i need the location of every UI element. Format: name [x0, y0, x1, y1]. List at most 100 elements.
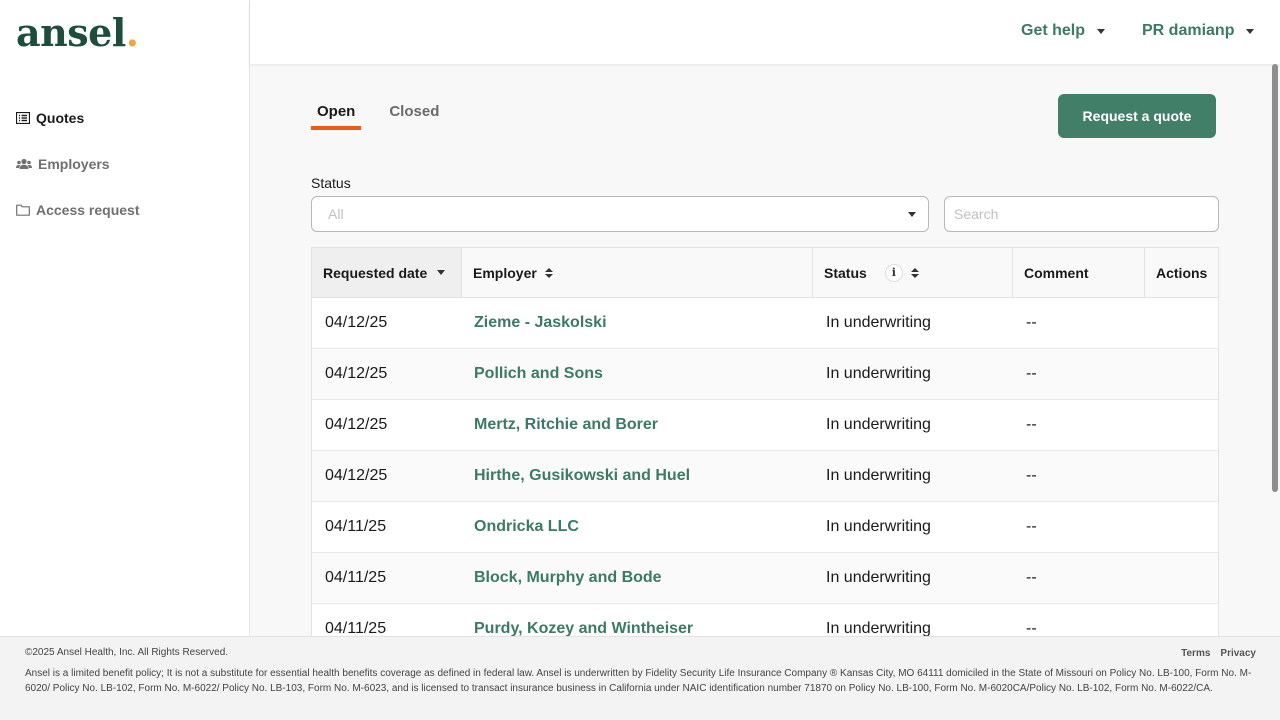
employer-link[interactable]: Block, Murphy and Bode — [474, 569, 662, 587]
top-header: Get help PR damianp — [250, 0, 1280, 64]
status-filter-label: Status — [311, 175, 351, 191]
page-scrollbar[interactable] — [1270, 64, 1280, 636]
cell-status: In underwriting — [826, 365, 931, 382]
column-label: Actions — [1156, 264, 1208, 281]
column-header-status[interactable]: Status i — [813, 248, 1013, 297]
cell-employer: Ondricka LLC — [462, 502, 813, 552]
table-row[interactable]: 04/12/25 Mertz, Ritchie and Borer In under… — [312, 400, 1218, 451]
cell-actions — [1145, 553, 1218, 603]
cell-actions — [1145, 451, 1218, 501]
cell-employer: Purdy, Kozey and Wintheiser — [462, 604, 813, 636]
cell-actions — [1145, 604, 1218, 636]
cell-status: In underwriting — [826, 569, 931, 586]
user-menu[interactable]: PR damianp — [1142, 22, 1255, 40]
privacy-link[interactable]: Privacy — [1220, 648, 1256, 659]
search-input[interactable] — [944, 196, 1219, 232]
ansel-logo[interactable]: ansel. — [16, 10, 139, 55]
cell-requested-date: 04/12/25 — [325, 467, 388, 484]
cell-status: In underwriting — [826, 314, 931, 331]
cell-employer: Hirthe, Gusikowski and Huel — [462, 451, 813, 501]
cell-requested-date: 04/11/25 — [325, 518, 387, 535]
cell-comment: -- — [1026, 569, 1037, 586]
chevron-down-icon — [908, 212, 916, 217]
sort-icon — [910, 267, 919, 278]
employer-link[interactable]: Hirthe, Gusikowski and Huel — [474, 467, 690, 485]
column-header-comment: Comment — [1013, 248, 1145, 297]
sidebar-item-label: Quotes — [36, 110, 85, 126]
scrollbar-thumb[interactable] — [1272, 64, 1278, 492]
cell-employer: Block, Murphy and Bode — [462, 553, 813, 603]
cell-status: In underwriting — [826, 518, 931, 535]
user-label: PR damianp — [1142, 22, 1235, 39]
cell-requested-date: 04/12/25 — [325, 416, 388, 433]
list-icon — [16, 112, 30, 124]
get-help-label: Get help — [1021, 22, 1086, 39]
cell-comment: -- — [1026, 416, 1037, 433]
cell-employer: Pollich and Sons — [462, 349, 813, 399]
employer-link[interactable]: Ondricka LLC — [474, 518, 579, 536]
column-label: Comment — [1024, 264, 1089, 281]
sort-icon — [544, 267, 553, 278]
cell-comment: -- — [1026, 620, 1037, 636]
table-row[interactable]: 04/11/25 Purdy, Kozey and Wintheiser In un… — [312, 604, 1218, 636]
column-header-requested-date[interactable]: Requested date — [312, 248, 462, 297]
cell-employer: Mertz, Ritchie and Borer — [462, 400, 813, 450]
sidebar-item-label: Access request — [36, 202, 140, 218]
quote-tabs: Open Closed — [311, 103, 467, 130]
cell-actions — [1145, 298, 1218, 348]
sidebar: ansel. Quotes Employers Access request — [0, 0, 250, 636]
cell-requested-date: 04/12/25 — [325, 314, 388, 331]
cell-requested-date: 04/11/25 — [325, 620, 387, 636]
sidebar-item-employers[interactable]: Employers — [16, 154, 140, 174]
sort-desc-icon — [437, 270, 446, 275]
page-footer: ©2025 Ansel Health, Inc. All Rights Rese… — [0, 636, 1280, 720]
tab-open[interactable]: Open — [311, 103, 362, 130]
column-header-actions: Actions — [1145, 248, 1218, 297]
quotes-table: Requested date Employer Status i Comment… — [311, 247, 1219, 636]
table-row[interactable]: 04/11/25 Block, Murphy and Bode In underwr… — [312, 553, 1218, 604]
status-filter-select[interactable]: All — [311, 196, 929, 232]
copyright-text: ©2025 Ansel Health, Inc. All Rights Rese… — [25, 647, 229, 658]
cell-requested-date: 04/11/25 — [325, 569, 387, 586]
terms-link[interactable]: Terms — [1181, 648, 1210, 659]
cell-actions — [1145, 400, 1218, 450]
employer-link[interactable]: Zieme - Jaskolski — [474, 314, 607, 332]
table-row[interactable]: 04/11/25 Ondricka LLC In underwriting -- — [312, 502, 1218, 553]
table-header: Requested date Employer Status i Comment… — [312, 248, 1218, 298]
employer-link[interactable]: Mertz, Ritchie and Borer — [474, 416, 658, 434]
sidebar-item-label: Employers — [38, 156, 110, 172]
column-label: Status — [824, 264, 867, 281]
sidebar-item-quotes[interactable]: Quotes — [16, 108, 140, 128]
disclaimer-text: Ansel is a limited benefit policy; It is… — [25, 668, 1252, 694]
logo-text: ansel — [16, 10, 126, 55]
info-icon[interactable]: i — [884, 263, 903, 282]
chevron-down-icon — [1246, 28, 1255, 34]
table-row[interactable]: 04/12/25 Zieme - Jaskolski In underwriting… — [312, 298, 1218, 349]
status-filter-value: All — [328, 206, 344, 222]
footer-links: Terms Privacy — [1171, 648, 1256, 659]
cell-comment: -- — [1026, 467, 1037, 484]
cell-comment: -- — [1026, 365, 1037, 382]
cell-status: In underwriting — [826, 620, 931, 636]
column-label: Employer — [473, 264, 537, 281]
table-row[interactable]: 04/12/25 Hirthe, Gusikowski and Huel In un… — [312, 451, 1218, 502]
cell-comment: -- — [1026, 518, 1037, 535]
cell-status: In underwriting — [826, 467, 931, 484]
get-help-menu[interactable]: Get help — [1021, 22, 1106, 40]
users-icon — [16, 158, 32, 169]
request-quote-button[interactable]: Request a quote — [1058, 94, 1216, 138]
table-row[interactable]: 04/12/25 Pollich and Sons In underwriting -… — [312, 349, 1218, 400]
sidebar-item-access-request[interactable]: Access request — [16, 200, 140, 220]
chevron-down-icon — [1097, 28, 1106, 34]
logo-dot: . — [125, 10, 139, 55]
column-header-employer[interactable]: Employer — [462, 248, 813, 297]
table-body: 04/12/25 Zieme - Jaskolski In underwriting… — [312, 298, 1218, 636]
tab-closed[interactable]: Closed — [383, 103, 445, 130]
cell-requested-date: 04/12/25 — [325, 365, 388, 382]
employer-link[interactable]: Purdy, Kozey and Wintheiser — [474, 620, 693, 636]
folder-icon — [16, 204, 30, 216]
cell-status: In underwriting — [826, 416, 931, 433]
cell-comment: -- — [1026, 314, 1037, 331]
sidebar-nav: Quotes Employers Access request — [16, 108, 140, 246]
employer-link[interactable]: Pollich and Sons — [474, 365, 603, 383]
